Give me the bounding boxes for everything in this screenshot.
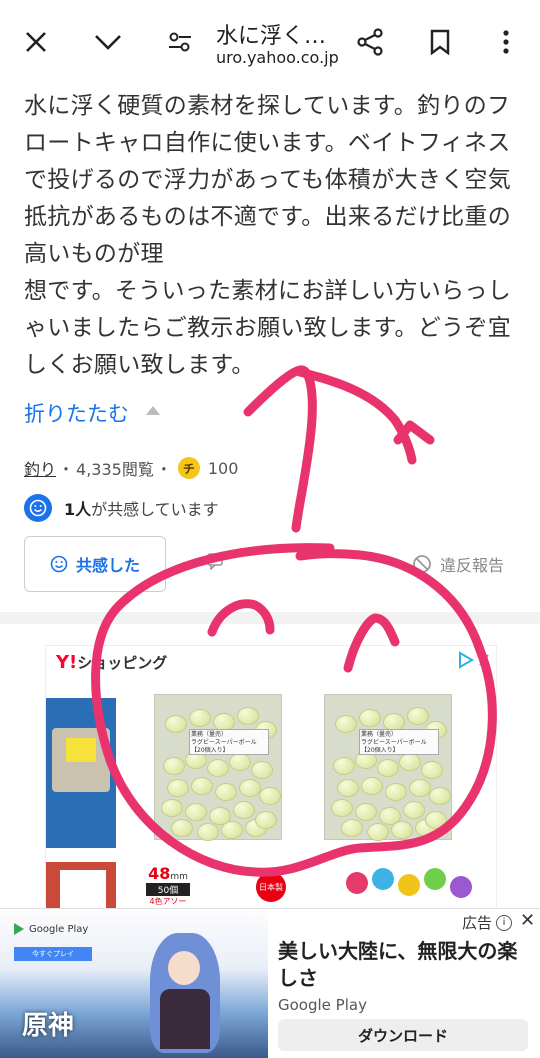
product-bean [367, 823, 389, 841]
product-bean [429, 787, 451, 805]
chevron-down-icon[interactable] [88, 22, 128, 62]
empathy-text: が共感しています [91, 500, 219, 519]
product-bean [215, 783, 237, 801]
product-image[interactable]: 業務（量売） ラグビースーパーボール 【20個入り】 [324, 694, 452, 841]
product-bean [331, 799, 353, 817]
product-image-left[interactable] [46, 698, 116, 848]
product-bean [189, 709, 211, 727]
product-bean [333, 757, 355, 775]
product-bean [421, 761, 443, 779]
product-bean [399, 753, 421, 771]
made-in-japan-badge: 日本製 [256, 872, 286, 902]
section-divider [0, 612, 540, 624]
product-bean [359, 709, 381, 727]
product-bean [163, 757, 185, 775]
product-bean [161, 799, 183, 817]
category-link[interactable]: 釣り [24, 456, 56, 480]
product-bean [207, 759, 229, 777]
product-bean [251, 761, 273, 779]
product-bean [403, 801, 425, 819]
product-ball [346, 872, 368, 894]
shopping-brand: Y!ショッピング [56, 652, 167, 673]
product-bean [209, 807, 231, 825]
block-icon [413, 555, 431, 573]
adchoices-icon[interactable] [456, 650, 492, 670]
collapse-link[interactable]: 折りたたむ [24, 398, 129, 428]
product-ball [424, 868, 446, 890]
page-url: uro.yahoo.co.jp [216, 48, 339, 67]
ad-label: 広告 i [462, 912, 513, 933]
product-bean [361, 777, 383, 795]
question-body: 水に浮く硬質の素材を探しています。釣りのフロートキャロ自作に使います。ベイトフィ… [24, 93, 511, 378]
product-ball [398, 874, 420, 896]
product-bean [171, 819, 193, 837]
more-vert-icon[interactable] [486, 22, 526, 62]
ad-subtitle: Google Play [278, 996, 367, 1014]
empathy-summary: 1人 が共感しています [24, 494, 219, 522]
view-count: 4,335閲覧 [76, 460, 154, 479]
empathized-label: 共感した [75, 556, 140, 575]
report-label: 違反報告 [440, 556, 505, 575]
product-bean [255, 811, 277, 829]
shopping-ad[interactable]: Y!ショッピング 業務（量売） ラグビースーパーボール 【20個入り】 業務（量… [45, 645, 497, 917]
download-button[interactable]: ダウンロード [278, 1019, 528, 1051]
product-bean [233, 801, 255, 819]
ad-title: 美しい大陸に、無限大の楽しさ [278, 939, 518, 990]
meta-separator: ・ [58, 460, 75, 479]
product-bean [165, 715, 187, 733]
question-meta: 釣り ・ 4,335閲覧 ・ チ 100 [24, 456, 238, 480]
info-icon[interactable]: i [496, 914, 513, 931]
close-ad-icon[interactable]: ✕ [520, 910, 535, 931]
product-bean [167, 779, 189, 797]
product-label: 業務（量売） ラグビースーパーボール 【20個入り】 [189, 729, 269, 755]
page-title: 水に浮く… [216, 24, 327, 49]
product-ball [372, 868, 394, 890]
google-play-logo: Google Play [14, 923, 88, 935]
product-bean [229, 753, 251, 771]
shopping-logo-text: ショッピング [77, 654, 168, 672]
product-bean [377, 759, 399, 777]
product-bean [379, 807, 401, 825]
game-logo: 原神 [22, 1011, 75, 1041]
meta-separator: ・ [155, 460, 172, 479]
product-bean [197, 823, 219, 841]
product-bean [239, 779, 261, 797]
bookmark-icon[interactable] [420, 22, 460, 62]
product-bean [185, 803, 207, 821]
product-bean [337, 779, 359, 797]
product-bean [425, 811, 447, 829]
coin-icon: チ [177, 457, 200, 479]
top-app-bar: 水に浮く… uro.yahoo.co.jp [0, 0, 540, 86]
coin-count: 100 [207, 458, 239, 478]
product-ball [450, 876, 472, 898]
tune-icon[interactable] [160, 22, 200, 62]
comment-icon[interactable] [206, 552, 224, 570]
yahoo-logo: Y! [56, 652, 78, 673]
empathy-count: 1人 [64, 500, 92, 519]
product-bean [191, 777, 213, 795]
product-bean [259, 787, 281, 805]
empathized-button[interactable]: 共感した [24, 536, 166, 592]
game-banner-image[interactable]: Google Play 今すぐプレイ 原神 [0, 909, 268, 1058]
product-bean [335, 715, 357, 733]
product-bean [407, 707, 429, 725]
product-bean [341, 819, 363, 837]
play-now-button[interactable]: 今すぐプレイ [14, 947, 92, 961]
share-icon[interactable] [350, 22, 390, 62]
product-bean [409, 779, 431, 797]
product-bean [237, 707, 259, 725]
smile-icon [50, 555, 68, 573]
product-bean [385, 783, 407, 801]
product-label: 業務（量売） ラグビースーパーボール 【20個入り】 [359, 729, 439, 755]
product-image[interactable]: 業務（量売） ラグビースーパーボール 【20個入り】 [154, 694, 282, 841]
collapse-caret-icon[interactable] [146, 406, 160, 415]
product-bean [355, 803, 377, 821]
smile-icon [24, 494, 52, 522]
close-icon[interactable] [16, 22, 56, 62]
report-button[interactable]: 違反報告 [412, 552, 504, 576]
